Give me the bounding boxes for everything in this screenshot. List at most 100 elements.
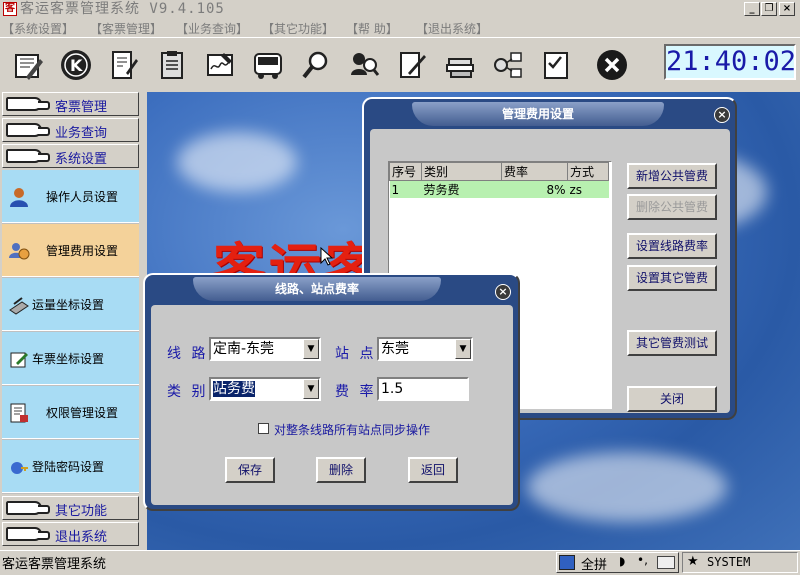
chevron-down-icon[interactable]: ▼: [303, 339, 319, 359]
route-rate-dialog: 线路、站点费率 × 线 路 定南-东莞 ▼ 站 点 东莞 ▼ 类 别 站务费 ▼…: [143, 273, 520, 511]
status-bar: 客运客票管理系统 全拼 ◗ •, ★ SYSTEM: [0, 550, 800, 575]
sidebar-item-label: 业务查询: [55, 126, 108, 141]
punctuation-icon[interactable]: •,: [637, 553, 648, 567]
checklist-icon[interactable]: [536, 45, 576, 85]
type-select[interactable]: 站务费 ▼: [209, 377, 321, 401]
table-header: 序号 类别 费率 方式: [389, 162, 609, 181]
bus-icon[interactable]: [248, 45, 288, 85]
sidebar-item-system-settings[interactable]: 系统设置: [2, 144, 139, 168]
star-icon: ★: [687, 554, 699, 569]
set-route-rate-button[interactable]: 设置线路费率: [627, 233, 717, 259]
type-value: 站务费: [213, 381, 255, 397]
settings-subpanel: 操作人员设置 管理费用设置 运量坐标设置 车票坐标设置 权限管理设置 登陆密码设…: [2, 170, 139, 494]
set-other-fee-button[interactable]: 设置其它管费: [627, 265, 717, 291]
restore-button[interactable]: ❐: [761, 2, 777, 16]
route-value: 定南-东莞: [213, 341, 275, 357]
cell-no: 1: [391, 182, 400, 197]
svg-text:K: K: [70, 56, 83, 75]
sidebar-subitem-operators[interactable]: 操作人员设置: [2, 170, 139, 223]
sidebar-item-label: 系统设置: [55, 152, 108, 167]
pointing-hand-icon: [6, 501, 50, 515]
station-label: 站 点: [335, 346, 377, 362]
app-icon[interactable]: 客: [3, 2, 17, 16]
sidebar-item-other-functions[interactable]: 其它功能: [2, 496, 139, 520]
current-user: SYSTEM: [707, 555, 751, 569]
save-button[interactable]: 保存: [225, 457, 275, 483]
station-select[interactable]: 东莞 ▼: [377, 337, 473, 361]
magnifier-icon[interactable]: [296, 45, 336, 85]
sidebar-subitem-label: 登陆密码设置: [32, 460, 105, 474]
ime-mode[interactable]: 全拼: [581, 554, 607, 573]
pointing-hand-icon: [6, 123, 50, 137]
sidebar-subitem-login-password[interactable]: 登陆密码设置: [2, 440, 139, 493]
users-gear-icon: [9, 243, 30, 260]
menu-ticket-management[interactable]: 【客票管理】: [90, 20, 162, 37]
close-icon[interactable]: ×: [714, 107, 730, 123]
chevron-down-icon[interactable]: ▼: [303, 379, 319, 399]
sync-checkbox-label: 对整条线路所有站点同步操作: [274, 423, 431, 437]
column-header[interactable]: 类别: [421, 162, 502, 181]
clipboard-icon[interactable]: [152, 45, 192, 85]
pointing-hand-icon: [6, 97, 50, 111]
pointing-hand-icon: [6, 149, 50, 163]
close-icon[interactable]: ×: [495, 284, 511, 300]
sidebar-item-label: 客票管理: [55, 100, 108, 115]
cell-type: 劳务费: [423, 183, 460, 197]
sidebar-item-business-query[interactable]: 业务查询: [2, 118, 139, 142]
dialog-title: 管理费用设置: [412, 102, 664, 126]
document-tool-icon[interactable]: [104, 45, 144, 85]
edit-icon[interactable]: [8, 45, 48, 85]
sidebar-item-exit-system[interactable]: 退出系统: [2, 522, 139, 546]
k-logo-icon[interactable]: K: [56, 45, 96, 85]
chevron-down-icon[interactable]: ▼: [455, 339, 471, 359]
column-header[interactable]: 方式: [567, 162, 609, 181]
pen-icon[interactable]: [392, 45, 432, 85]
sidebar-item-ticket-management[interactable]: 客票管理: [2, 92, 139, 116]
network-icon[interactable]: [488, 45, 528, 85]
delete-button[interactable]: 删除: [316, 457, 366, 483]
test-other-fee-button[interactable]: 其它管费测试: [627, 330, 717, 356]
sidebar-subitem-label: 运量坐标设置: [32, 298, 105, 312]
rate-input[interactable]: 1.5: [377, 377, 469, 401]
books-icon[interactable]: [440, 45, 480, 85]
menu-business-query[interactable]: 【业务查询】: [176, 20, 248, 37]
window-title: 客运客票管理系统 V9.4.105: [20, 1, 225, 17]
cell-rate: 8%: [546, 182, 566, 197]
people-search-icon[interactable]: [344, 45, 384, 85]
sidebar-subitem-ticket-coords[interactable]: 车票坐标设置: [2, 332, 139, 385]
document-lock-icon: [10, 403, 28, 423]
column-header[interactable]: 费率: [501, 162, 568, 181]
column-header[interactable]: 序号: [389, 162, 422, 181]
ime-bar: 全拼 ◗ •,: [556, 552, 679, 573]
menu-exit[interactable]: 【退出系统】: [416, 20, 488, 37]
tool-icon: [9, 297, 29, 315]
delete-public-fee-button[interactable]: 删除公共管费: [627, 194, 717, 220]
close-window-button[interactable]: ×: [779, 2, 795, 16]
clock-display: 21:40:02: [664, 44, 796, 80]
sidebar-subitem-permissions[interactable]: 权限管理设置: [2, 386, 139, 439]
sidebar-subitem-label: 操作人员设置: [46, 190, 119, 204]
menu-system-settings[interactable]: 【系统设置】: [2, 20, 74, 37]
type-label: 类 别: [167, 384, 209, 400]
route-select[interactable]: 定南-东莞 ▼: [209, 337, 321, 361]
user-panel: ★ SYSTEM: [682, 552, 798, 573]
sidebar-subitem-fee-settings[interactable]: 管理费用设置: [2, 224, 139, 277]
half-width-icon[interactable]: ◗: [619, 554, 625, 568]
back-button[interactable]: 返回: [408, 457, 458, 483]
sidebar-subitem-label: 管理费用设置: [46, 244, 119, 258]
add-public-fee-button[interactable]: 新增公共管费: [627, 163, 717, 189]
route-label: 线 路: [167, 346, 209, 362]
menu-other-functions[interactable]: 【其它功能】: [262, 20, 334, 37]
menu-help[interactable]: 【帮 助】: [346, 20, 398, 37]
keyboard-icon[interactable]: [657, 556, 675, 569]
close-button[interactable]: 关闭: [627, 386, 717, 412]
minimize-button[interactable]: _: [744, 2, 760, 16]
sidebar-subitem-volume-coords[interactable]: 运量坐标设置: [2, 278, 139, 331]
close-circle-icon[interactable]: [592, 45, 632, 85]
sync-checkbox[interactable]: [258, 423, 269, 434]
ime-logo-icon[interactable]: [559, 555, 575, 570]
user-icon: [10, 188, 28, 207]
signature-icon[interactable]: [200, 45, 240, 85]
table-row[interactable]: 1 劳务费 8% zs: [389, 180, 609, 198]
sidebar-subitem-label: 权限管理设置: [46, 406, 119, 420]
